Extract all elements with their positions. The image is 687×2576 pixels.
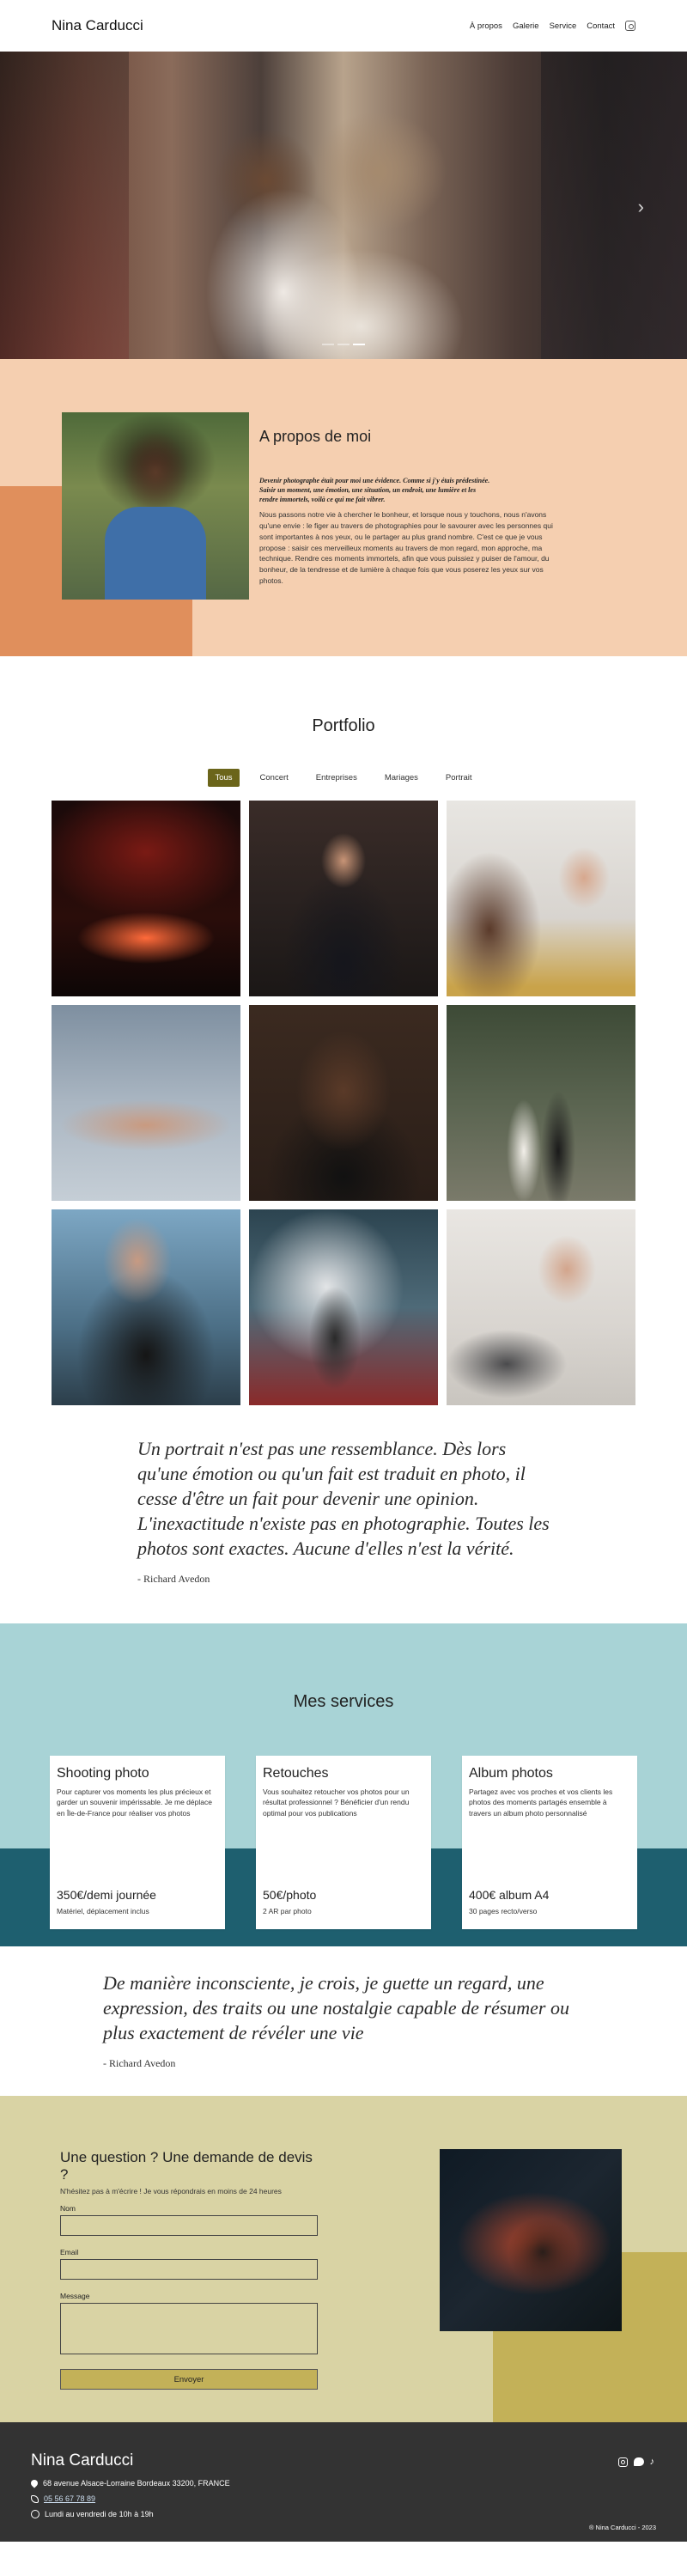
nav-link-apropos[interactable]: À propos <box>470 21 502 31</box>
instagram-icon[interactable] <box>617 2457 628 2467</box>
footer-address: 68 avenue Alsace-Lorraine Bordeaux 33200… <box>29 2478 656 2488</box>
phone-link[interactable]: 05 56 67 78 89 <box>44 2494 95 2503</box>
about-content: A propos de moi Devenir photographe étai… <box>259 428 560 587</box>
service-card-note: 2 AR par photo <box>263 1907 312 1916</box>
main-nav: À propos Galerie Service Contact <box>470 21 635 31</box>
clock-icon <box>31 2510 40 2519</box>
quote-text: De manière inconsciente, je crois, je gu… <box>103 1972 569 2044</box>
service-card: Retouches Vous souhaitez retoucher vos p… <box>256 1756 431 1930</box>
service-card-desc: Pour capturer vos moments les plus préci… <box>57 1787 212 1818</box>
nav-link-contact[interactable]: Contact <box>587 21 615 31</box>
gallery-image-entreprise[interactable] <box>249 801 438 996</box>
hours-text: Lundi au vendredi de 10h à 19h <box>45 2510 154 2519</box>
submit-button[interactable]: Envoyer <box>60 2369 318 2390</box>
carousel-indicators <box>322 344 365 345</box>
service-cards: Shooting photo Pour capturer vos moments… <box>50 1756 637 1930</box>
site-footer: Nina Carducci 68 avenue Alsace-Lorraine … <box>0 2422 687 2543</box>
gallery-image-mariage[interactable] <box>447 1005 635 1201</box>
service-card: Shooting photo Pour capturer vos moments… <box>50 1756 225 1930</box>
quote-block: Un portrait n'est pas une ressemblance. … <box>137 1436 550 1586</box>
carousel-next-icon[interactable]: › <box>638 196 644 218</box>
carousel-dot[interactable] <box>337 344 350 345</box>
portfolio-filters: Tous Concert Entreprises Mariages Portra… <box>0 769 687 787</box>
filter-concert[interactable]: Concert <box>253 769 295 787</box>
filter-mariages[interactable]: Mariages <box>378 769 425 787</box>
footer-phone: 05 56 67 78 89 <box>31 2494 656 2503</box>
footer-social: ♪ <box>617 2457 655 2467</box>
service-card-price: 350€/demi journée <box>57 1888 156 1903</box>
footer-brand: Nina Carducci <box>31 2451 134 2470</box>
email-label: Email <box>60 2248 79 2257</box>
service-card-desc: Vous souhaitez retoucher vos photos pour… <box>263 1787 410 1818</box>
gallery-image-entreprise[interactable] <box>447 801 635 996</box>
hero-image-crowd-right <box>541 52 687 359</box>
service-card-desc: Partagez avec vos proches et vos clients… <box>469 1787 613 1818</box>
gallery-image-concert[interactable] <box>52 801 240 996</box>
about-lead: Devenir photographe était pour moi une é… <box>259 477 490 503</box>
service-card-title: Album photos <box>469 1766 553 1781</box>
twitter-icon[interactable] <box>633 2457 644 2467</box>
gallery-image-portrait[interactable] <box>249 1005 438 1201</box>
contact-section: Une question ? Une demande de devis ? N'… <box>0 2096 687 2423</box>
brand-logo[interactable]: Nina Carducci <box>52 17 143 34</box>
footer-hours: Lundi au vendredi de 10h à 19h <box>31 2510 656 2519</box>
about-body: Nous passons notre vie à chercher le bon… <box>259 510 553 585</box>
service-card-title: Retouches <box>263 1766 329 1781</box>
contact-title: Une question ? Une demande de devis ? <box>60 2149 313 2183</box>
phone-icon <box>31 2494 39 2503</box>
carousel-dot[interactable] <box>322 344 334 345</box>
quote-author: - Richard Avedon <box>103 2057 176 2070</box>
hero-carousel: › <box>0 52 687 359</box>
nav-link-service[interactable]: Service <box>550 21 577 31</box>
gallery-image-portrait[interactable] <box>52 1005 240 1201</box>
filter-tous[interactable]: Tous <box>208 769 240 787</box>
service-card-note: Matériel, déplacement inclus <box>57 1907 149 1916</box>
quote-text: Un portrait n'est pas une ressemblance. … <box>137 1438 550 1560</box>
about-section: A propos de moi Devenir photographe étai… <box>0 359 687 656</box>
name-field[interactable] <box>60 2215 318 2237</box>
name-label: Nom <box>60 2204 76 2214</box>
service-card-note: 30 pages recto/verso <box>469 1907 538 1916</box>
gallery-image-concert[interactable] <box>249 1209 438 1405</box>
service-card: Album photos Partagez avec vos proches e… <box>462 1756 637 1930</box>
service-card-price: 400€ album A4 <box>469 1888 550 1903</box>
nav-link-galerie[interactable]: Galerie <box>513 21 539 31</box>
message-label: Message <box>60 2292 90 2301</box>
service-card-title: Shooting photo <box>57 1766 149 1781</box>
about-title: A propos de moi <box>259 428 372 445</box>
site-header: Nina Carducci À propos Galerie Service C… <box>0 0 687 52</box>
location-pin-icon <box>29 2478 40 2488</box>
carousel-dot-active[interactable] <box>353 344 365 345</box>
portfolio-section: Portfolio Tous Concert Entreprises Maria… <box>0 656 687 1405</box>
contact-subtitle: N'hésitez pas à m'écrire ! Je vous répon… <box>60 2187 282 2196</box>
about-portrait-image <box>62 412 249 600</box>
hero-image-crowd-left <box>0 52 129 359</box>
contact-camera-image <box>440 2149 622 2332</box>
quote-author: - Richard Avedon <box>137 1573 210 1586</box>
copyright-text: ® Nina Carducci - 2023 <box>588 2524 656 2532</box>
services-title: Mes services <box>293 1692 394 1712</box>
instagram-icon[interactable] <box>625 21 635 31</box>
filter-entreprises[interactable]: Entreprises <box>309 769 364 787</box>
address-text: 68 avenue Alsace-Lorraine Bordeaux 33200… <box>43 2479 230 2488</box>
portfolio-title: Portfolio <box>312 716 375 735</box>
service-card-price: 50€/photo <box>263 1888 317 1903</box>
quote-block-2: De manière inconsciente, je crois, je gu… <box>103 1970 584 2070</box>
filter-portrait[interactable]: Portrait <box>439 769 479 787</box>
services-section: Mes services Shooting photo Pour capture… <box>0 1623 687 1947</box>
gallery-image-portrait[interactable] <box>52 1209 240 1405</box>
message-field[interactable] <box>60 2303 318 2355</box>
email-field[interactable] <box>60 2259 318 2281</box>
gallery-grid <box>52 801 635 1405</box>
contact-form: Une question ? Une demande de devis ? N'… <box>60 2149 318 2390</box>
tiktok-icon[interactable]: ♪ <box>650 2457 655 2467</box>
gallery-image-entreprise[interactable] <box>447 1209 635 1405</box>
